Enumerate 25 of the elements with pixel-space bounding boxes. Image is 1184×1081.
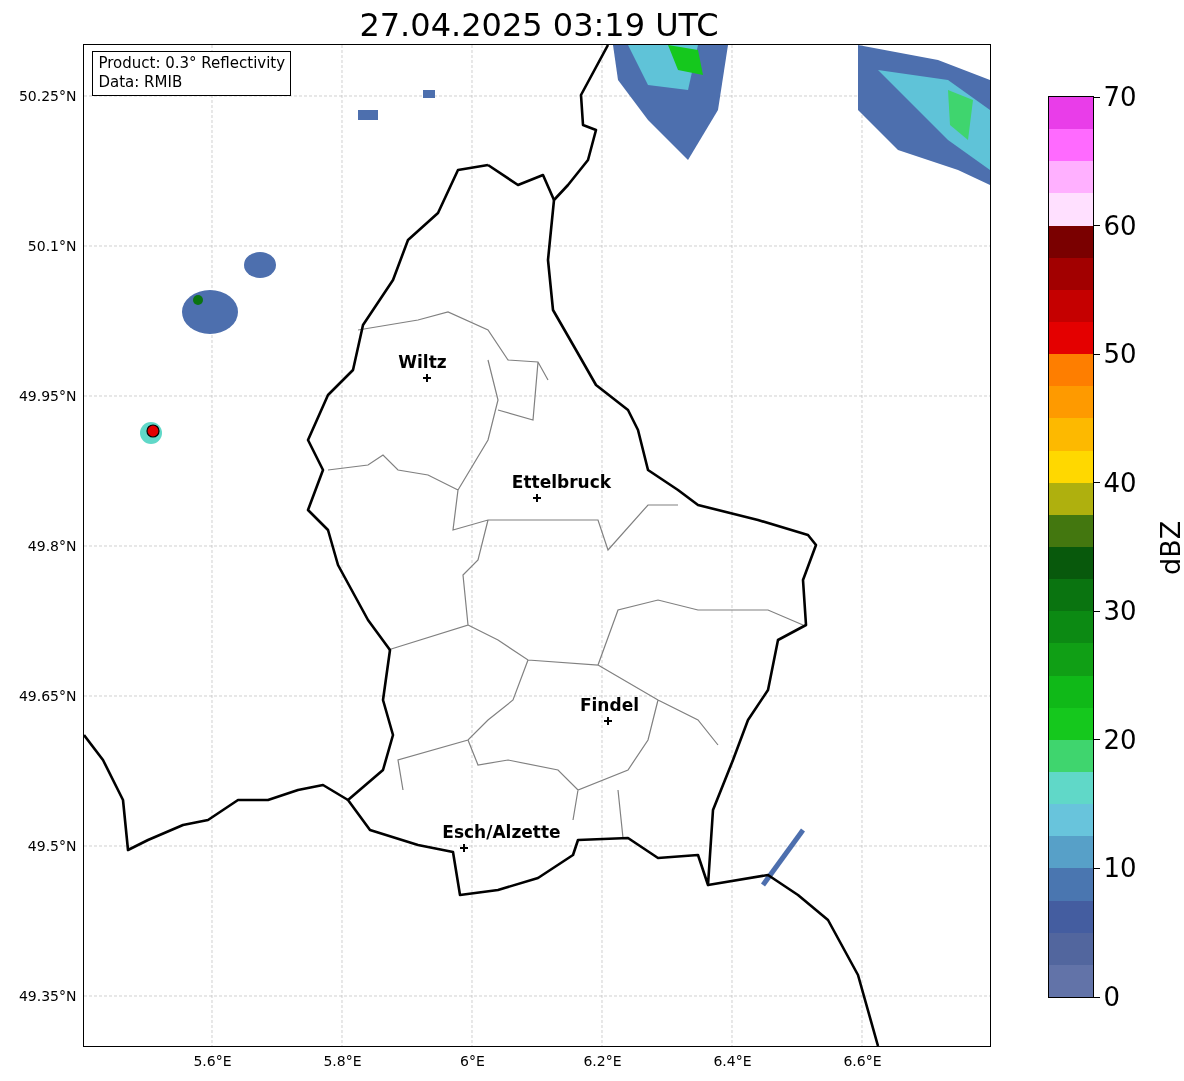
city-label: Esch/Alzette — [442, 822, 561, 842]
colorbar-unit-label: dBZ — [1156, 520, 1184, 575]
longitude-label: 5.6°E — [193, 1052, 232, 1070]
latitude-label: 50.25°N — [18, 87, 77, 105]
latitude-label: 50.1°N — [27, 237, 77, 255]
latitude-label: 49.5°N — [27, 837, 77, 855]
chart-title: 27.04.2025 03:19 UTC — [358, 6, 720, 44]
longitude-label: 5.8°E — [323, 1052, 362, 1070]
latitude-label: 49.95°N — [18, 387, 77, 405]
plus-marker-icon — [460, 844, 469, 852]
plus-marker-icon — [423, 374, 432, 382]
city-label: Findel — [579, 695, 639, 715]
plus-marker-icon — [604, 717, 613, 725]
latitude-label: 49.8°N — [27, 537, 77, 555]
latitude-label: 49.35°N — [18, 987, 77, 1005]
longitude-label: 6°E — [460, 1052, 485, 1070]
city-label: Ettelbruck — [511, 472, 612, 492]
plus-marker-icon — [533, 494, 542, 502]
longitude-label: 6.2°E — [583, 1052, 622, 1070]
longitude-label: 6.6°E — [843, 1052, 882, 1070]
city-label: Wiltz — [398, 352, 447, 372]
info-text: Product: 0.3° Reflectivity — [98, 54, 286, 73]
longitude-label: 6.4°E — [713, 1052, 752, 1070]
info-text: Data: RMIB — [98, 73, 184, 92]
latitude-label: 49.65°N — [18, 687, 77, 705]
